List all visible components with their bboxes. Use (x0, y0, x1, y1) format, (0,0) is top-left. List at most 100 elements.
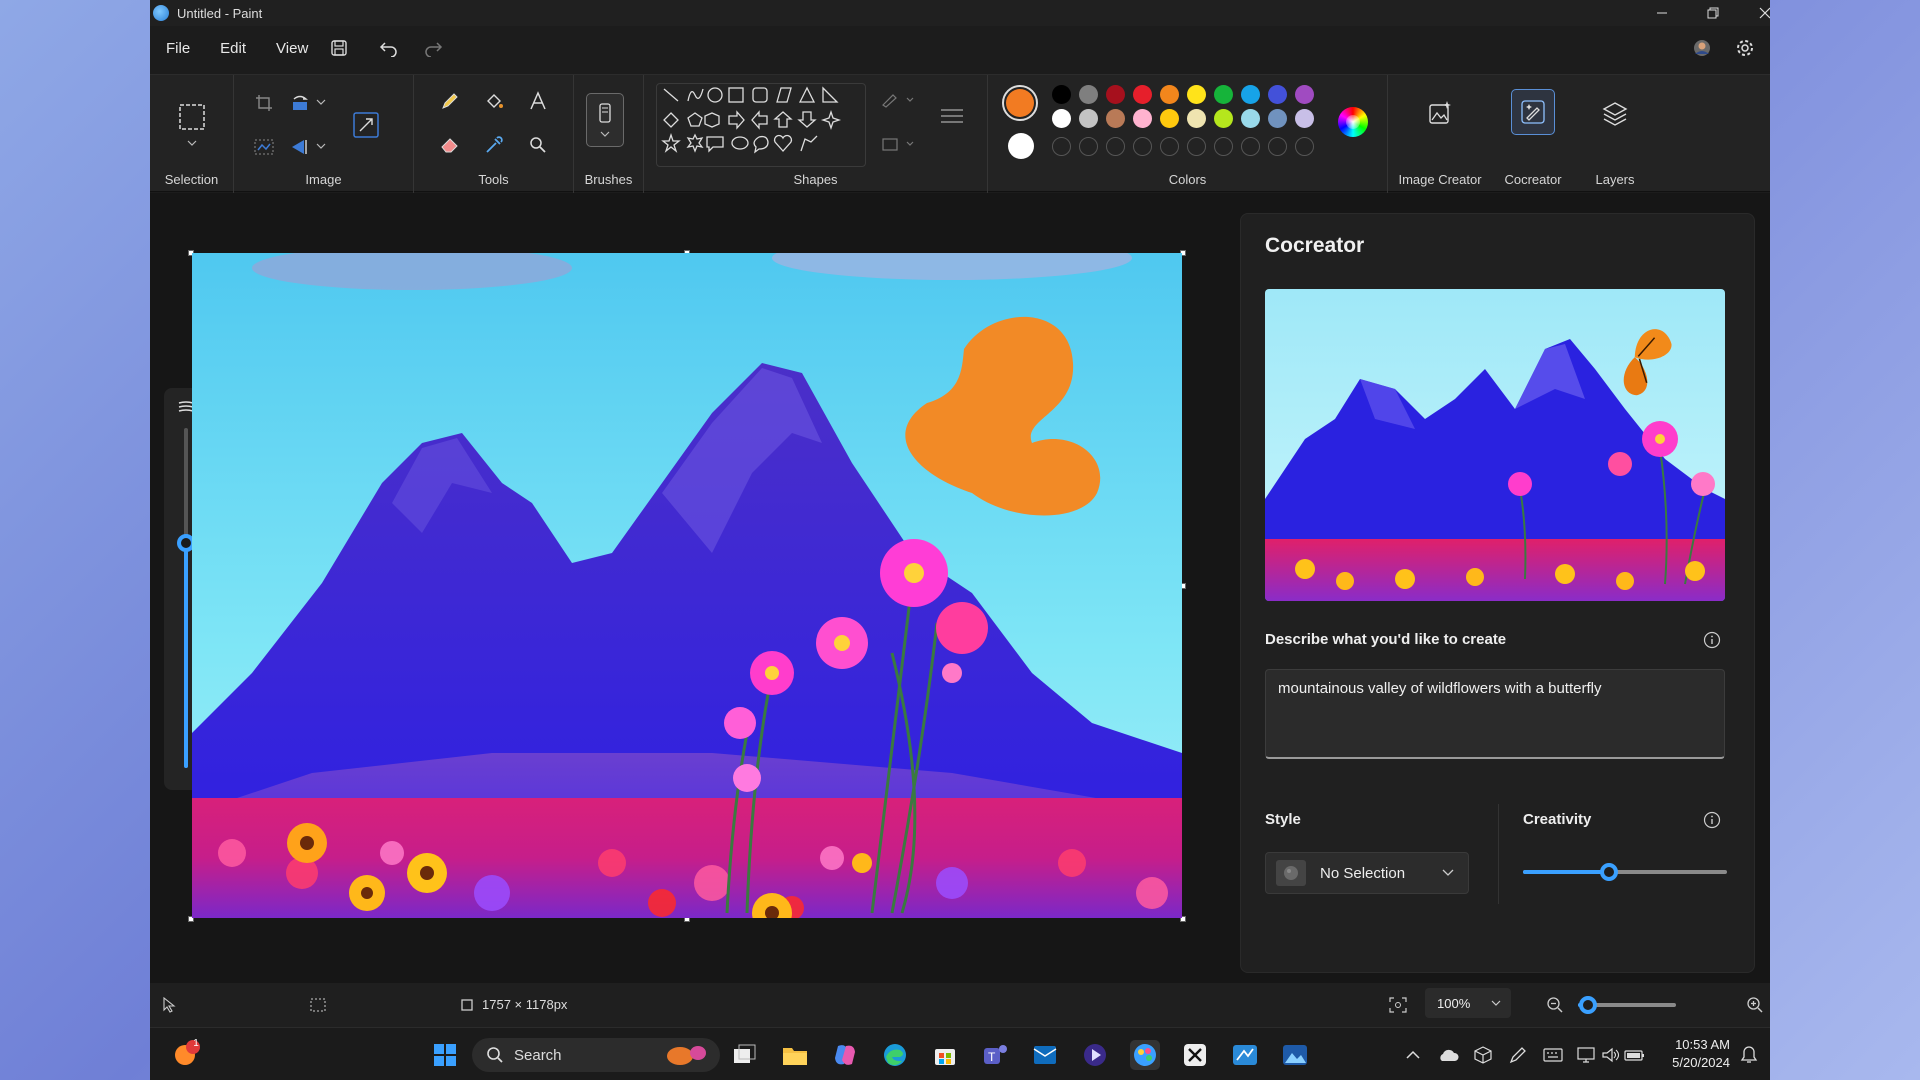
creativity-slider[interactable] (1523, 862, 1727, 882)
palette-color-row2-9[interactable] (1295, 109, 1314, 128)
widgets-button[interactable]: 1 (172, 1038, 202, 1068)
menu-file[interactable]: File (166, 40, 190, 57)
custom-color-slot-7[interactable] (1241, 137, 1260, 156)
undo-button[interactable] (372, 33, 406, 63)
fill-tool[interactable] (478, 85, 510, 117)
describe-info-button[interactable] (1703, 631, 1721, 649)
menu-edit[interactable]: Edit (220, 40, 246, 57)
palette-color-row2-8[interactable] (1268, 109, 1287, 128)
outlook-button[interactable] (1030, 1040, 1060, 1070)
keyboard-tray[interactable] (1538, 1040, 1568, 1070)
palette-color-row2-1[interactable] (1079, 109, 1098, 128)
edge-button[interactable] (880, 1040, 910, 1070)
menu-view[interactable]: View (276, 40, 308, 57)
creativity-info-button[interactable] (1703, 811, 1721, 829)
save-button[interactable] (322, 33, 356, 63)
palette-color-row1-0[interactable] (1052, 85, 1071, 104)
palette-color-row2-4[interactable] (1160, 109, 1179, 128)
tray-app-1[interactable] (1468, 1040, 1498, 1070)
start-button[interactable] (430, 1040, 460, 1070)
custom-color-slot-0[interactable] (1052, 137, 1071, 156)
rotate-dropdown[interactable] (314, 95, 328, 109)
edit-colors-button[interactable] (1338, 107, 1368, 137)
magnifier-tool[interactable] (522, 129, 554, 161)
image-creator-button[interactable] (1420, 93, 1460, 133)
color-picker-tool[interactable] (478, 129, 510, 161)
palette-color-row1-6[interactable] (1214, 85, 1233, 104)
redo-button[interactable] (416, 33, 450, 63)
app-button-x[interactable] (1180, 1040, 1210, 1070)
palette-color-row2-2[interactable] (1106, 109, 1125, 128)
custom-color-slot-3[interactable] (1133, 137, 1152, 156)
palette-color-row2-6[interactable] (1214, 109, 1233, 128)
taskbar-search[interactable]: Search (472, 1038, 720, 1072)
custom-color-slot-8[interactable] (1268, 137, 1287, 156)
text-tool[interactable] (522, 85, 554, 117)
prompt-input[interactable]: mountainous valley of wildflowers with a… (1265, 669, 1725, 759)
zoom-in-icon[interactable] (1746, 996, 1764, 1014)
palette-color-row1-8[interactable] (1268, 85, 1287, 104)
app-button-photos[interactable] (1280, 1040, 1310, 1070)
palette-color-row1-9[interactable] (1295, 85, 1314, 104)
app-button-whiteboard[interactable] (1230, 1040, 1260, 1070)
rotate-button[interactable] (286, 89, 314, 117)
resize-button[interactable] (346, 105, 386, 145)
onedrive-tray[interactable] (1433, 1040, 1463, 1070)
restore-button[interactable] (1688, 0, 1738, 26)
creativity-thumb[interactable] (1599, 863, 1618, 881)
zoom-slider[interactable] (1578, 995, 1676, 1015)
close-button[interactable] (1740, 0, 1770, 26)
copilot-button[interactable] (830, 1040, 860, 1070)
drawing-canvas[interactable] (192, 253, 1182, 918)
settings-button[interactable] (1728, 33, 1762, 63)
palette-color-row2-7[interactable] (1241, 109, 1260, 128)
clock[interactable]: 10:53 AM 5/20/2024 (1650, 1036, 1730, 1072)
flip-dropdown[interactable] (314, 139, 328, 153)
outline-button[interactable] (876, 87, 920, 113)
cocreator-preview[interactable] (1265, 289, 1725, 601)
zoom-thumb[interactable] (1578, 996, 1597, 1014)
custom-color-slot-1[interactable] (1079, 137, 1098, 156)
notification-center[interactable] (1734, 1040, 1764, 1070)
palette-color-row1-5[interactable] (1187, 85, 1206, 104)
custom-color-slot-4[interactable] (1160, 137, 1179, 156)
eraser-tool[interactable] (434, 129, 466, 161)
pencil-tool[interactable] (434, 85, 466, 117)
zoom-dropdown[interactable]: 100% (1425, 988, 1511, 1018)
fit-to-window-icon[interactable] (1389, 997, 1407, 1013)
flip-button[interactable] (286, 133, 314, 161)
minimize-button[interactable] (1637, 0, 1687, 26)
media-button[interactable] (1080, 1040, 1110, 1070)
account-avatar[interactable] (1685, 33, 1719, 63)
palette-color-row1-4[interactable] (1160, 85, 1179, 104)
teams-button[interactable]: T (980, 1040, 1010, 1070)
file-explorer-button[interactable] (780, 1040, 810, 1070)
brushes-button[interactable] (586, 93, 624, 147)
crop-button[interactable] (250, 89, 278, 117)
store-button[interactable] (930, 1040, 960, 1070)
pen-tray[interactable] (1503, 1040, 1533, 1070)
layers-button[interactable] (1595, 93, 1635, 133)
fill-style-button[interactable] (876, 131, 920, 157)
background-remove-button[interactable] (250, 133, 278, 161)
selection-button[interactable] (172, 97, 212, 137)
palette-color-row2-3[interactable] (1133, 109, 1152, 128)
style-dropdown[interactable]: No Selection (1265, 852, 1469, 894)
zoom-out-icon[interactable] (1546, 996, 1564, 1014)
custom-color-slot-6[interactable] (1214, 137, 1233, 156)
custom-color-slot-5[interactable] (1187, 137, 1206, 156)
palette-color-row2-5[interactable] (1187, 109, 1206, 128)
shape-size-button[interactable] (932, 101, 972, 131)
palette-color-row1-2[interactable] (1106, 85, 1125, 104)
cocreator-button[interactable] (1511, 89, 1555, 135)
custom-color-slot-2[interactable] (1106, 137, 1125, 156)
paint-taskbar-button[interactable] (1130, 1040, 1160, 1070)
selection-dropdown[interactable] (183, 137, 201, 149)
shapes-gallery[interactable] (656, 83, 866, 167)
battery-tray[interactable] (1620, 1040, 1650, 1070)
palette-color-row1-3[interactable] (1133, 85, 1152, 104)
task-view-button[interactable] (730, 1040, 760, 1070)
show-hidden-icons[interactable] (1398, 1040, 1428, 1070)
palette-color-row1-1[interactable] (1079, 85, 1098, 104)
palette-color-row2-0[interactable] (1052, 109, 1071, 128)
